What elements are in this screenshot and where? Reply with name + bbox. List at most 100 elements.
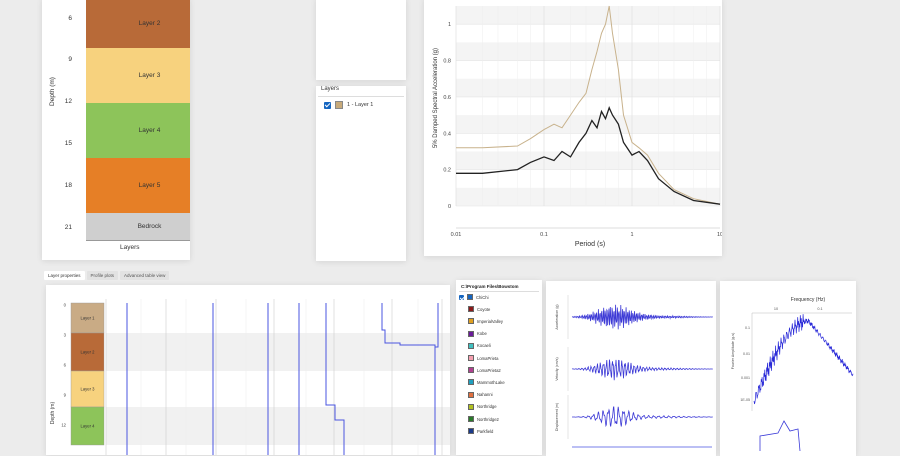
profile-plots-panel: Depth (m) Layer 1 Layer 2 Layer 3 Layer 4 0 3… xyxy=(46,285,450,455)
response-spectrum-panel: 5% Damped Spectral Acceleration (g) Peri… xyxy=(424,0,722,256)
record-label: LomaPrieta xyxy=(477,355,499,361)
record-color-swatch xyxy=(468,379,474,386)
record-color-swatch xyxy=(468,391,474,398)
spectrum-x-axis-label: Period (s) xyxy=(575,241,605,248)
record-color-swatch xyxy=(468,428,474,435)
tab-bar: Layer properties Profile plots Advanced … xyxy=(44,271,170,280)
fourier-spectrum-chart: Frequency (Hz) 10 0.1 Fourier Amplitude … xyxy=(731,297,854,452)
record-color-swatch xyxy=(468,403,474,410)
record-color-swatch xyxy=(467,294,473,300)
profile-plots-chart: Depth (m) Layer 1 Layer 2 Layer 3 Layer 4 0 3… xyxy=(50,299,450,455)
spectrum-y-axis-label: 5% Damped Spectral Acceleration (g) xyxy=(433,48,439,148)
ground-motion-list-item[interactable]: Kocaeli xyxy=(468,342,491,349)
grid-band xyxy=(456,6,720,25)
time-history-trace-3 xyxy=(572,406,713,428)
y-tick-label: 0.6 xyxy=(443,95,451,101)
frequency-top-tick-1: 10 xyxy=(774,307,778,311)
record-color-swatch xyxy=(468,342,474,349)
layers-list-panel: Layers 1 - Layer 1 xyxy=(316,86,406,261)
profile-layer-label: Layer 2 xyxy=(81,350,96,355)
grid-band xyxy=(456,42,720,61)
x-tick-label: 0.01 xyxy=(451,232,462,238)
record-label: MammothLake xyxy=(477,379,505,385)
record-label: Nahanni xyxy=(477,392,493,398)
grid-band xyxy=(456,151,720,170)
plot-band xyxy=(106,407,450,445)
depth-tick-label: 12 xyxy=(64,98,72,105)
fourier-spectrum-panel: Frequency (Hz) 10 0.1 Fourier Amplitude … xyxy=(720,281,856,456)
record-label: Northridge xyxy=(477,404,497,410)
plot-band xyxy=(106,333,450,371)
soil-layer-block: Layer 4 xyxy=(86,103,190,159)
ground-motion-list-item[interactable]: Coyote xyxy=(468,306,491,313)
x-tick-label: 10 xyxy=(717,232,722,238)
bottom-y-axis-label: Depth (m) xyxy=(50,402,56,425)
profile-y-axis-label: Depth (m) xyxy=(48,77,56,106)
record-label: LomaPrieta2 xyxy=(477,367,501,373)
y-tick-label: 0.8 xyxy=(443,59,451,65)
record-color-swatch xyxy=(468,416,474,422)
time-history-trace-2 xyxy=(571,359,713,381)
fourier-y-axis-label: Fourier Amplitude (g-s) xyxy=(731,333,735,370)
depth-tick-label: 21 xyxy=(64,224,72,231)
spectrum-series-line-1 xyxy=(456,5,721,205)
displacement-axis-label: Displacement (m) xyxy=(555,403,559,431)
time-history-panel: Acceleration (g) Velocity (cm/s) Displac… xyxy=(546,281,716,456)
fourier-y-tick-2: 0.01 xyxy=(743,352,750,356)
acceleration-axis-label: Acceleration (g) xyxy=(555,304,559,329)
fourier-y-tick-4: 1E-05 xyxy=(740,398,750,402)
ground-motion-list-item[interactable]: ImperialValley xyxy=(468,318,503,325)
ground-motion-list-item[interactable]: Nahanni xyxy=(468,391,493,398)
depth-tick-label: 9 xyxy=(68,56,72,63)
response-spectrum-chart: 5% Damped Spectral Acceleration (g) Peri… xyxy=(433,5,722,248)
fourier-y-tick-3: 0.001 xyxy=(741,376,750,380)
ground-motion-list-item[interactable]: Northridge2 xyxy=(468,416,499,422)
record-checkbox[interactable] xyxy=(459,294,464,300)
record-color-swatch xyxy=(468,355,474,361)
soil-layer-block: Layer 2 xyxy=(86,0,190,49)
time-history-trace-1 xyxy=(571,304,713,330)
record-color-swatch xyxy=(468,330,474,337)
grid-band xyxy=(456,187,720,206)
record-color-swatch xyxy=(468,306,474,313)
grid-band xyxy=(456,115,720,134)
layers-title: Layers xyxy=(321,86,340,92)
record-label: Parkfield xyxy=(477,428,494,434)
y-tick-label: 0.4 xyxy=(443,131,451,137)
tab-advanced-table-view[interactable]: Advanced table view xyxy=(120,271,170,280)
time-history-charts: Acceleration (g) Velocity (cm/s) Displac… xyxy=(555,295,713,448)
tab-layer-properties[interactable]: Layer properties xyxy=(44,271,85,280)
soil-layer-block: Bedrock xyxy=(86,213,190,241)
ground-motion-list-item[interactable]: ChiChi xyxy=(459,294,489,300)
layer-color-swatch xyxy=(335,101,343,109)
ground-motion-list-item[interactable]: LomaPrieta2 xyxy=(468,367,501,374)
ground-motion-list-item[interactable]: Kobe xyxy=(468,330,487,337)
ground-motion-list-item[interactable]: Northridge xyxy=(468,403,497,410)
y-tick-label: 1 xyxy=(448,22,451,28)
record-label: Kocaeli xyxy=(477,343,491,349)
frequency-top-tick-2: 0.1 xyxy=(817,307,822,311)
record-label: Northridge2 xyxy=(477,416,499,422)
velocity-axis-label: Velocity (cm/s) xyxy=(555,357,559,380)
soil-layer-block: Layer 3 xyxy=(86,48,190,104)
layer-checkbox[interactable] xyxy=(324,101,331,109)
record-label: Coyote xyxy=(477,306,491,312)
layer-item-label: 1 - Layer 1 xyxy=(347,102,374,108)
y-tick-label: 0 xyxy=(448,204,451,210)
bottom-depth-tick: 9 xyxy=(64,393,67,398)
depth-tick-label: 15 xyxy=(64,140,72,147)
layer-properties-panel xyxy=(316,0,406,80)
soil-layer-block: Layer 5 xyxy=(86,158,190,214)
ground-motion-list-item[interactable]: MammothLake xyxy=(468,379,505,386)
record-label: Kobe xyxy=(477,331,487,337)
soil-profile-panel: Depth (m) 6 9 12 15 18 21 Layer 2 Layer 3 Layer… xyxy=(42,0,190,260)
layer-list-item[interactable]: 1 - Layer 1 xyxy=(324,101,373,109)
bottom-depth-tick: 12 xyxy=(61,423,66,428)
profile-x-axis-label: Layers xyxy=(120,244,140,251)
profile-layer-label: Layer 1 xyxy=(81,316,96,321)
ground-motion-list-item[interactable]: Parkfield xyxy=(468,428,494,435)
tab-profile-plots[interactable]: Profile plots xyxy=(86,271,119,280)
fourier-amplitude-trace xyxy=(753,314,854,405)
ground-motion-list-item[interactable]: LomaPrieta xyxy=(468,355,498,361)
grid-band xyxy=(456,78,720,97)
